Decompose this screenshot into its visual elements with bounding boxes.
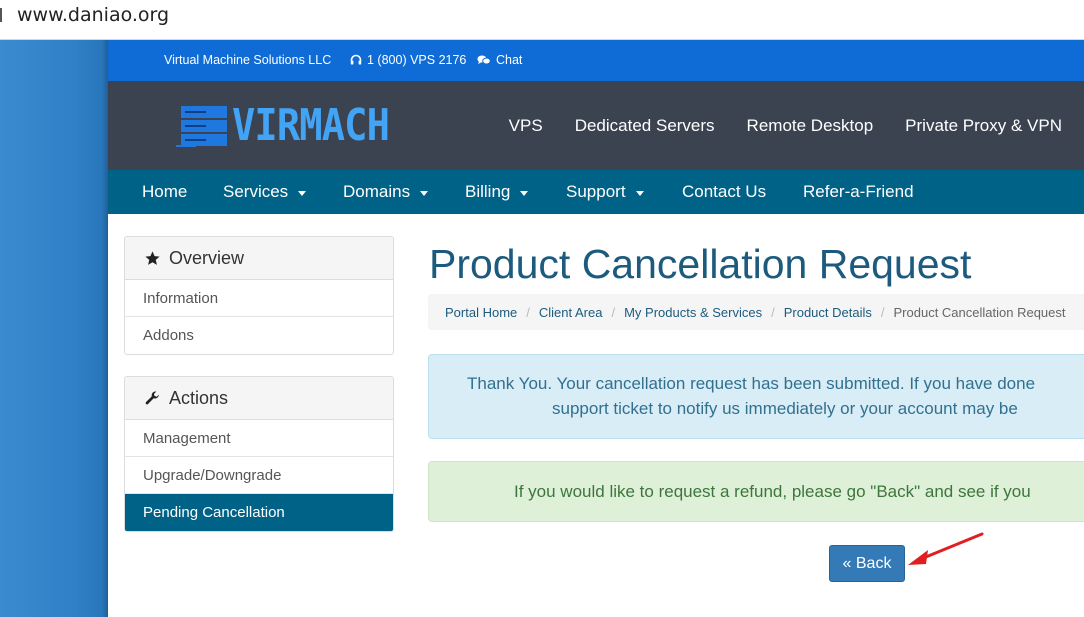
nav-domains-label: Domains [343, 182, 411, 201]
breadcrumb-portal-home[interactable]: Portal Home [445, 305, 517, 320]
chat-text: Chat [496, 53, 523, 67]
caret-down-icon [298, 190, 307, 196]
actions-panel: Actions Management Upgrade/Downgrade Pen… [124, 376, 394, 532]
sidebar-item-upgrade-downgrade[interactable]: Upgrade/Downgrade [125, 457, 393, 494]
nav-services[interactable]: Services [223, 182, 307, 202]
breadcrumb: Portal Home / Client Area / My Products … [428, 294, 1084, 330]
virmach-logo[interactable]: VIRMACH [176, 104, 410, 148]
nav-support-label: Support [566, 182, 626, 201]
breadcrumb-separator: / [771, 304, 775, 320]
sidebar-item-information[interactable]: Information [125, 280, 393, 317]
logo-text: VIRMACH [232, 100, 390, 151]
breadcrumb-separator: / [880, 304, 885, 320]
success-alert-text: If you would like to request a refund, p… [514, 482, 1031, 501]
main-nav: Home Services Domains Billing Support Co… [108, 170, 1084, 214]
actions-panel-header: Actions [125, 377, 393, 420]
company-name-text: Virtual Machine Solutions LLC [164, 53, 332, 67]
nav-billing-label: Billing [465, 182, 511, 201]
text-cursor [0, 8, 3, 22]
breadcrumb-client-area[interactable]: Client Area [539, 305, 603, 320]
nav-billing[interactable]: Billing [465, 182, 529, 202]
cancellation-info-alert: Thank You. Your cancellation request has… [428, 354, 1084, 439]
header-nav: VPS Dedicated Servers Remote Desktop Pri… [477, 116, 1084, 136]
sidebar-item-addons[interactable]: Addons [125, 317, 393, 354]
nav-contact-label: Contact Us [682, 182, 767, 201]
background-backdrop [0, 40, 108, 617]
nav-private-proxy-vpn[interactable]: Private Proxy & VPN [905, 116, 1062, 136]
breadcrumb-separator: / [611, 304, 616, 320]
nav-dedicated-servers[interactable]: Dedicated Servers [575, 116, 715, 136]
info-alert-line-2: support ticket to notify us immediately … [552, 399, 1018, 418]
chat-link[interactable]: Chat [477, 53, 522, 67]
nav-refer-a-friend[interactable]: Refer-a-Friend [803, 182, 914, 202]
breadcrumb-product-details[interactable]: Product Details [784, 305, 872, 320]
overview-panel: Overview Information Addons [124, 236, 394, 355]
page-title: Product Cancellation Request [429, 241, 972, 287]
caret-down-icon [635, 190, 644, 196]
back-button[interactable]: « Back [829, 545, 905, 582]
top-contact-bar: Virtual Machine Solutions LLC 1 (800) VP… [108, 40, 1084, 81]
info-alert-line-1: Thank You. Your cancellation request has… [467, 374, 1036, 393]
refund-success-alert: If you would like to request a refund, p… [428, 461, 1084, 522]
chat-bubbles-icon [477, 55, 491, 65]
caret-down-icon [520, 190, 529, 196]
star-icon [143, 249, 161, 267]
sidebar-item-management[interactable]: Management [125, 420, 393, 457]
site-header: VIRMACH VPS Dedicated Servers Remote Des… [108, 81, 1084, 170]
overview-title: Overview [169, 247, 245, 268]
headset-icon [350, 54, 362, 65]
nav-contact-us[interactable]: Contact Us [682, 182, 766, 202]
phone-text: 1 (800) VPS 2176 [367, 53, 467, 67]
breadcrumb-products-services[interactable]: My Products & Services [624, 305, 762, 320]
nav-domains[interactable]: Domains [343, 182, 429, 202]
actions-title: Actions [169, 387, 229, 408]
nav-services-label: Services [223, 182, 289, 201]
nav-refer-label: Refer-a-Friend [803, 182, 914, 201]
nav-home-label: Home [142, 182, 188, 201]
red-annotation-arrow-icon [908, 532, 984, 565]
browser-address-bar[interactable]: www.daniao.org [0, 0, 1084, 40]
server-rack-logo-icon [176, 106, 227, 147]
sidebar-item-pending-cancellation[interactable]: Pending Cancellation [125, 494, 393, 531]
nav-remote-desktop[interactable]: Remote Desktop [747, 116, 874, 136]
nav-home[interactable]: Home [142, 182, 187, 202]
nav-support[interactable]: Support [566, 182, 644, 202]
overview-panel-header: Overview [125, 237, 393, 280]
company-name: Virtual Machine Solutions LLC [164, 53, 331, 67]
breadcrumb-separator: / [526, 304, 530, 320]
wrench-icon [143, 389, 161, 407]
nav-vps[interactable]: VPS [509, 116, 543, 136]
caret-down-icon [420, 190, 429, 196]
breadcrumb-current: Product Cancellation Request [893, 304, 1066, 320]
phone-link[interactable]: 1 (800) VPS 2176 [350, 53, 466, 67]
url-text[interactable]: www.daniao.org [17, 4, 169, 26]
